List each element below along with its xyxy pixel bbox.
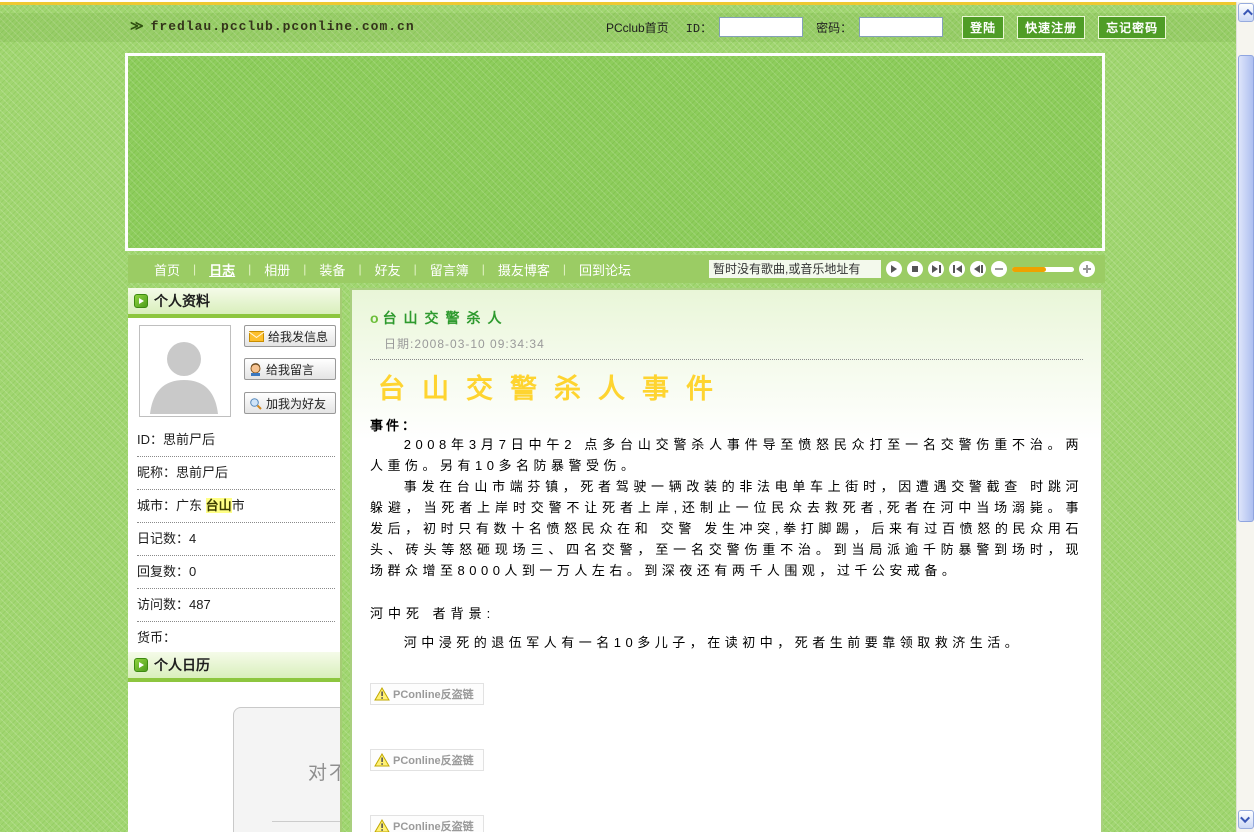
nav-separator: | [482, 262, 485, 276]
volume-up-icon[interactable] [1079, 261, 1095, 277]
music-player: 暂时没有歌曲,或音乐地址有 [709, 260, 1095, 278]
id-input[interactable] [719, 17, 803, 37]
blog-banner [125, 53, 1105, 251]
dialog-text: 对不 [308, 758, 342, 785]
add-friend-label: 加我为好友 [266, 395, 326, 412]
post-paragraph: 事发在台山市端芬镇，死者驾驶一辆改装的非法电单车上街时，因遭遇交警截查 时跳河躲… [370, 476, 1083, 581]
pcclub-home-link[interactable]: PCclub首页 [606, 19, 669, 36]
post-paragraph: 河中浸死的退伍军人有一名10多儿子，在读初中，死者生前要靠领取救济生活。 [370, 632, 1083, 653]
field-visit-count: 访问数：487 [137, 589, 335, 622]
volume-slider-fill [1012, 267, 1046, 272]
blog-post-panel: o台山交警杀人 日期:2008-03-10 09:34:34 台山交警杀人事件 … [350, 288, 1103, 832]
broken-image-placeholder: PConline反盗链 [370, 815, 484, 832]
green-arrow-icon [134, 658, 148, 672]
nav-item-guestbook[interactable]: 留言簿 [430, 260, 469, 279]
topbar: ≫ fredlau.pcclub.pconline.com.cn PCclub首页… [0, 13, 1237, 42]
field-currency: 货币： [137, 622, 335, 655]
nav-item-home[interactable]: 首页 [154, 260, 180, 279]
quick-register-button[interactable]: 快速注册 [1017, 16, 1085, 39]
add-friend-button[interactable]: 加我为好友 [244, 392, 336, 414]
send-message-button[interactable]: 给我发信息 [244, 325, 336, 347]
volume-icon[interactable] [970, 261, 986, 277]
post-date: 日期:2008-03-10 09:34:34 [370, 335, 1083, 352]
warning-triangle-icon [374, 753, 390, 767]
nav-item-friends[interactable]: 好友 [375, 260, 401, 279]
post-bullet-icon: o [370, 310, 381, 326]
post-paragraph: 2008年3月7日中午2 点多台山交警杀人事件导至愤怒民众打至一名交警伤重不治。… [370, 434, 1083, 476]
nav-item-blog[interactable]: 日志 [209, 260, 235, 279]
post-title-text: 台山交警杀人 [383, 310, 509, 326]
post-title-link[interactable]: o台山交警杀人 [370, 308, 1083, 328]
player-status-text: 暂时没有歌曲,或音乐地址有 [709, 260, 881, 278]
profile-section-header: 个人资料 [128, 288, 340, 318]
nav-separator: | [193, 262, 196, 276]
broken-image-placeholder: PConline反盗链 [370, 749, 484, 771]
warning-triangle-icon [374, 819, 390, 832]
next-track-icon[interactable] [928, 261, 944, 277]
volume-slider[interactable] [1012, 267, 1074, 272]
leave-word-button[interactable]: 给我留言 [244, 358, 336, 380]
scrollbar-thumb[interactable] [1238, 55, 1254, 522]
nav-separator: | [563, 262, 566, 276]
nav-separator: | [248, 262, 251, 276]
antileech-label: PConline反盗链 [393, 752, 474, 768]
sidebar: 个人资料 给我发信息 给我留言 [128, 288, 342, 832]
field-id: ID：思前尸后 [137, 424, 335, 457]
id-label: ID： [686, 19, 712, 36]
profile-fields: ID：思前尸后 昵称：思前尸后 城市：广东 台山市 日记数：4 回复数：0 访问… [137, 424, 335, 655]
nav-separator: | [303, 262, 306, 276]
leave-word-label: 给我留言 [266, 361, 314, 378]
password-input[interactable] [859, 17, 943, 37]
avatar-silhouette-icon [140, 326, 228, 414]
calendar-section-header: 个人日历 [128, 652, 340, 682]
vertical-scrollbar[interactable] [1236, 2, 1254, 832]
navbar: 首页 | 日志 | 相册 | 装备 | 好友 | 留言簿 | 摄友博客 | 回到… [128, 255, 1105, 283]
login-button[interactable]: 登陆 [962, 16, 1004, 39]
field-nickname: 昵称：思前尸后 [137, 457, 335, 490]
antileech-label: PConline反盗链 [393, 818, 474, 832]
password-label: 密码： [816, 19, 852, 36]
nav-separator: | [358, 262, 361, 276]
field-diary-count: 日记数：4 [137, 523, 335, 556]
stop-icon[interactable] [907, 261, 923, 277]
send-message-label: 给我发信息 [268, 328, 328, 345]
browser-viewport: ≫ fredlau.pcclub.pconline.com.cn PCclub首页… [0, 0, 1254, 832]
antileech-label: PConline反盗链 [393, 686, 474, 702]
nav-item-photographer-blogs[interactable]: 摄友博客 [498, 260, 550, 279]
profile-title: 个人资料 [154, 291, 210, 311]
scroll-up-icon[interactable] [1238, 3, 1254, 22]
avatar [139, 325, 231, 417]
event-section-label: 事件： [370, 415, 1083, 434]
dialog-divider [272, 821, 342, 822]
warning-triangle-icon [374, 687, 390, 701]
magnifier-icon [249, 397, 262, 410]
prev-track-icon[interactable] [949, 261, 965, 277]
login-bar: PCclub首页 ID： 密码： 登陆 快速注册 忘记密码 [606, 16, 1166, 38]
play-icon[interactable] [886, 261, 902, 277]
dotted-divider [370, 358, 1083, 360]
blog-url-text: ≫ fredlau.pcclub.pconline.com.cn [130, 19, 415, 34]
broken-image-placeholder: PConline反盗链 [370, 683, 484, 705]
field-reply-count: 回复数：0 [137, 556, 335, 589]
nav-item-album[interactable]: 相册 [264, 260, 290, 279]
volume-down-icon[interactable] [991, 261, 1007, 277]
forgot-password-button[interactable]: 忘记密码 [1098, 16, 1166, 39]
post-headline: 台山交警杀人事件 [370, 367, 1083, 406]
envelope-icon [249, 331, 264, 342]
person-icon [249, 363, 262, 376]
field-city: 城市：广东 台山市 [137, 490, 335, 523]
green-arrow-icon [134, 294, 148, 308]
calendar-error-dialog: 对不 [233, 707, 342, 832]
victim-background-label: 河中死 者背景: [370, 603, 1083, 622]
calendar-title: 个人日历 [154, 655, 210, 675]
nav-item-gear[interactable]: 装备 [319, 260, 345, 279]
nav-item-back-to-forum[interactable]: 回到论坛 [579, 260, 631, 279]
city-highlight-link[interactable]: 台山 [206, 498, 232, 513]
nav-menu: 首页 | 日志 | 相册 | 装备 | 好友 | 留言簿 | 摄友博客 | 回到… [154, 260, 631, 279]
double-arrow-icon: ≫ [130, 19, 145, 34]
nav-separator: | [414, 262, 417, 276]
scroll-down-icon[interactable] [1238, 810, 1254, 829]
site-url-label: fredlau.pcclub.pconline.com.cn [151, 19, 415, 34]
